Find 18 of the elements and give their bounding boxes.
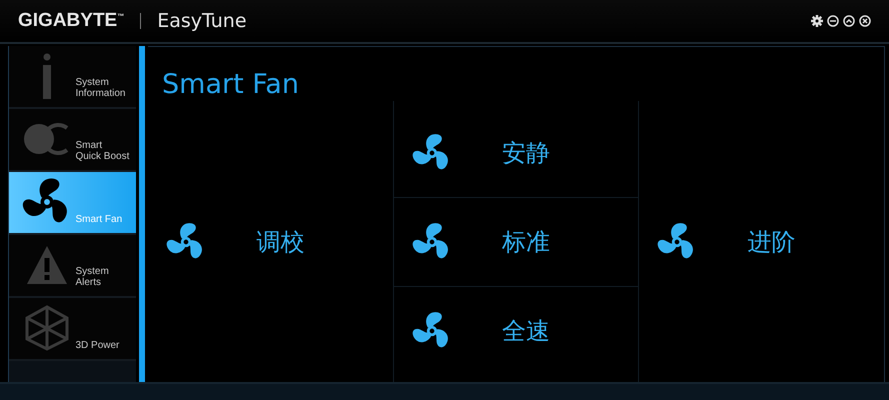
cube-icon xyxy=(25,304,70,350)
fan-mode-button[interactable]: 进阶 xyxy=(639,198,884,286)
settings-icon[interactable] xyxy=(811,15,823,27)
fan-mode-button[interactable]: 全速 xyxy=(394,286,638,374)
sidebar-item[interactable]: 3D Power xyxy=(9,298,136,361)
collapse-icon[interactable] xyxy=(843,15,855,27)
fan-mode-button[interactable]: 调校 xyxy=(148,198,393,286)
fan-mode-button[interactable]: 标准 xyxy=(394,198,638,286)
sidebar-item[interactable]: System Information xyxy=(9,46,136,109)
app-title: EasyTune xyxy=(157,10,247,32)
close-icon[interactable] xyxy=(859,15,871,27)
minimize-icon[interactable] xyxy=(827,15,839,27)
page-title: Smart Fan xyxy=(162,69,300,102)
warning-icon xyxy=(26,244,68,284)
brand-logo: GIGABYTE$^{™}$ xyxy=(18,10,124,32)
fan-mode-button[interactable]: 安静 xyxy=(394,108,638,196)
sidebar-item[interactable]: System Alerts xyxy=(9,235,136,298)
sidebar-item[interactable]: Smart Quick Boost xyxy=(9,109,136,172)
